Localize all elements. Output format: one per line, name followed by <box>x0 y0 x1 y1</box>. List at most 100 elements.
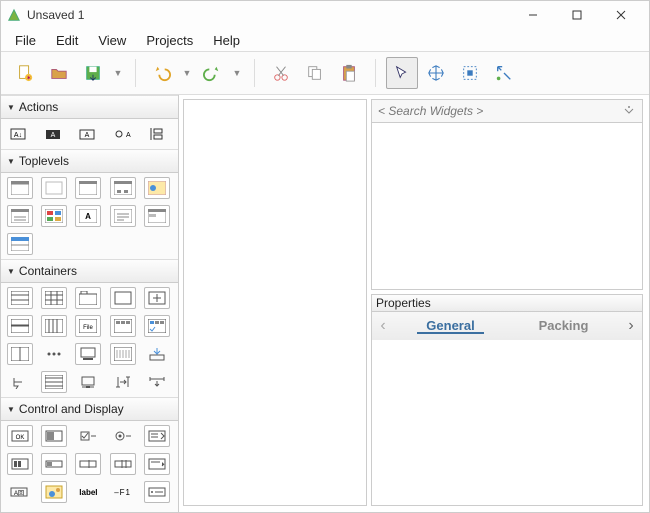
palette-item[interactable]: A↓ <box>7 123 33 145</box>
tab-packing[interactable]: Packing <box>507 318 620 333</box>
palette-item[interactable]: –F1 <box>110 481 136 503</box>
inspector-panel: < Search Widgets > Properties ‹ General … <box>369 95 649 512</box>
palette-item[interactable] <box>7 205 33 227</box>
palette-item[interactable] <box>41 425 67 447</box>
palette-item[interactable] <box>144 371 170 393</box>
palette-item[interactable]: A <box>110 123 136 145</box>
minimize-button[interactable] <box>511 1 555 29</box>
palette-item[interactable] <box>7 371 33 393</box>
palette-item[interactable] <box>110 343 136 365</box>
tab-general[interactable]: General <box>394 318 507 333</box>
palette-item[interactable] <box>41 177 67 199</box>
copy-button[interactable] <box>299 57 331 89</box>
paste-button[interactable] <box>333 57 365 89</box>
maximize-button[interactable] <box>555 1 599 29</box>
palette-item[interactable] <box>41 481 67 503</box>
palette-item[interactable] <box>41 287 67 309</box>
palette-item[interactable] <box>7 315 33 337</box>
titlebar: Unsaved 1 <box>1 1 649 29</box>
palette-item[interactable] <box>7 233 33 255</box>
palette-item[interactable] <box>144 205 170 227</box>
palette-item[interactable] <box>7 343 33 365</box>
palette-item[interactable] <box>7 453 33 475</box>
svg-text:File: File <box>84 325 94 331</box>
properties-body[interactable] <box>371 340 643 507</box>
palette-item[interactable] <box>75 371 101 393</box>
palette-item[interactable] <box>144 177 170 199</box>
palette-item[interactable] <box>144 123 170 145</box>
save-button[interactable] <box>77 57 109 89</box>
content-area: ▼Actions A↓ A A A ▼Toplevels A <box>1 95 649 512</box>
palette-item[interactable] <box>75 177 101 199</box>
align-edit-tool[interactable] <box>488 57 520 89</box>
section-containers[interactable]: ▼Containers <box>1 259 178 283</box>
open-button[interactable] <box>43 57 75 89</box>
app-window: Unsaved 1 File Edit View Projects Help ✶… <box>0 0 650 513</box>
palette-item[interactable] <box>75 343 101 365</box>
drag-resize-tool[interactable] <box>420 57 452 89</box>
search-widgets-field[interactable]: < Search Widgets > <box>371 99 643 123</box>
undo-dropdown[interactable]: ▼ <box>180 68 194 78</box>
palette-item[interactable] <box>110 287 136 309</box>
menu-file[interactable]: File <box>5 31 46 50</box>
palette-item[interactable] <box>110 453 136 475</box>
palette-item[interactable] <box>41 315 67 337</box>
cut-button[interactable] <box>265 57 297 89</box>
palette-item[interactable] <box>144 343 170 365</box>
palette-item[interactable] <box>75 425 101 447</box>
palette-item[interactable] <box>144 481 170 503</box>
svg-text:A: A <box>86 212 92 221</box>
palette-item[interactable] <box>110 425 136 447</box>
palette-item[interactable]: A <box>41 123 67 145</box>
margin-edit-tool[interactable] <box>454 57 486 89</box>
palette-item[interactable] <box>75 453 101 475</box>
menu-view[interactable]: View <box>88 31 136 50</box>
palette-item[interactable] <box>41 205 67 227</box>
menu-projects[interactable]: Projects <box>136 31 203 50</box>
palette-item[interactable] <box>7 287 33 309</box>
palette-item[interactable] <box>110 177 136 199</box>
redo-button[interactable] <box>196 57 228 89</box>
palette-item[interactable]: A <box>75 123 101 145</box>
palette-item[interactable]: A回 <box>7 481 33 503</box>
palette-item[interactable] <box>110 205 136 227</box>
widget-tree[interactable] <box>371 123 643 290</box>
menu-edit[interactable]: Edit <box>46 31 88 50</box>
palette-item[interactable]: File <box>75 315 101 337</box>
section-toplevels[interactable]: ▼Toplevels <box>1 149 178 173</box>
properties-header: Properties <box>371 294 643 312</box>
section-actions[interactable]: ▼Actions <box>1 95 178 119</box>
palette-item[interactable] <box>110 371 136 393</box>
properties-tabs: ‹ General Packing › <box>371 312 643 340</box>
palette-item[interactable] <box>41 371 67 393</box>
toolbar: ✶ ▼ ▼ ▼ <box>1 51 649 95</box>
search-placeholder: < Search Widgets > <box>378 104 483 118</box>
palette-item[interactable] <box>7 177 33 199</box>
new-button[interactable]: ✶ <box>9 57 41 89</box>
palette-item[interactable] <box>75 287 101 309</box>
palette-item[interactable] <box>110 315 136 337</box>
svg-text:A: A <box>51 132 56 139</box>
palette-item[interactable] <box>41 453 67 475</box>
palette-item[interactable] <box>144 425 170 447</box>
palette-item[interactable] <box>144 287 170 309</box>
tabs-scroll-left[interactable]: ‹ <box>372 317 394 335</box>
tabs-scroll-right[interactable]: › <box>620 317 642 335</box>
redo-dropdown[interactable]: ▼ <box>230 68 244 78</box>
section-control-display[interactable]: ▼Control and Display <box>1 397 178 421</box>
design-canvas[interactable] <box>183 99 367 506</box>
menu-help[interactable]: Help <box>203 31 250 50</box>
close-button[interactable] <box>599 1 643 29</box>
palette-item[interactable]: label <box>75 481 101 503</box>
palette-item[interactable] <box>144 453 170 475</box>
expand-all-icon[interactable] <box>622 104 636 118</box>
palette-item[interactable] <box>144 315 170 337</box>
undo-button[interactable] <box>146 57 178 89</box>
palette-item[interactable] <box>41 343 67 365</box>
svg-text:✶: ✶ <box>26 75 31 82</box>
selector-tool[interactable] <box>386 57 418 89</box>
palette-item[interactable]: A <box>75 205 101 227</box>
palette-item[interactable]: OK <box>7 425 33 447</box>
save-dropdown[interactable]: ▼ <box>111 68 125 78</box>
widget-palette: ▼Actions A↓ A A A ▼Toplevels A <box>1 95 179 512</box>
